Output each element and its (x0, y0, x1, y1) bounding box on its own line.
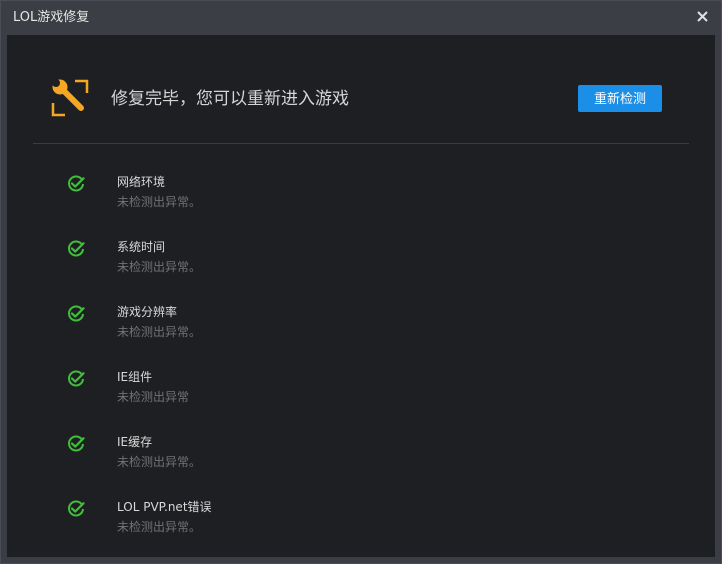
check-item-name: IE组件 (117, 370, 153, 384)
check-item-name: 系统时间 (117, 240, 166, 254)
repair-window: LOL游戏修复 修复完毕，您可以重新进入游戏 重新检测 网络环境 未检测出异常。… (0, 0, 722, 564)
check-item-result: 未检测出异常。 (117, 325, 202, 339)
check-item: 游戏分辨率 未检测出异常。 (7, 295, 715, 360)
title-bar[interactable]: LOL游戏修复 (1, 1, 721, 35)
check-circle-icon (67, 240, 85, 258)
check-item: LOL PVP.net错误 未检测出异常。 (7, 490, 715, 555)
check-circle-icon (67, 175, 85, 193)
check-item: IE缓存 未检测出异常。 (7, 425, 715, 490)
wrench-icon (51, 79, 89, 117)
check-circle-icon (67, 305, 85, 323)
check-item-name: 游戏分辨率 (117, 305, 178, 319)
check-item: 系统时间 未检测出异常。 (7, 230, 715, 295)
check-circle-icon (67, 435, 85, 453)
check-item-result: 未检测出异常。 (117, 195, 202, 209)
check-item-name: IE缓存 (117, 435, 153, 449)
check-item: 网络环境 未检测出异常。 (7, 165, 715, 230)
window-title: LOL游戏修复 (13, 10, 90, 25)
check-list: 网络环境 未检测出异常。 系统时间 未检测出异常。 游戏分辨率 未检测出异常。 … (7, 165, 715, 555)
check-item-name: LOL PVP.net错误 (117, 500, 212, 514)
main-content: 修复完毕，您可以重新进入游戏 重新检测 网络环境 未检测出异常。 系统时间 未检… (7, 35, 715, 557)
check-item: IE组件 未检测出异常 (7, 360, 715, 425)
recheck-button[interactable]: 重新检测 (578, 85, 662, 112)
divider (33, 143, 689, 144)
check-circle-icon (67, 370, 85, 388)
check-item-result: 未检测出异常。 (117, 520, 202, 534)
repair-status-message: 修复完毕，您可以重新进入游戏 (111, 89, 349, 109)
repair-header: 修复完毕，您可以重新进入游戏 重新检测 (7, 35, 715, 143)
check-circle-icon (67, 500, 85, 518)
check-item-name: 网络环境 (117, 175, 166, 189)
check-item-result: 未检测出异常。 (117, 260, 202, 274)
check-item-result: 未检测出异常 (117, 390, 190, 404)
close-icon[interactable] (693, 7, 713, 27)
check-item-result: 未检测出异常。 (117, 455, 202, 469)
